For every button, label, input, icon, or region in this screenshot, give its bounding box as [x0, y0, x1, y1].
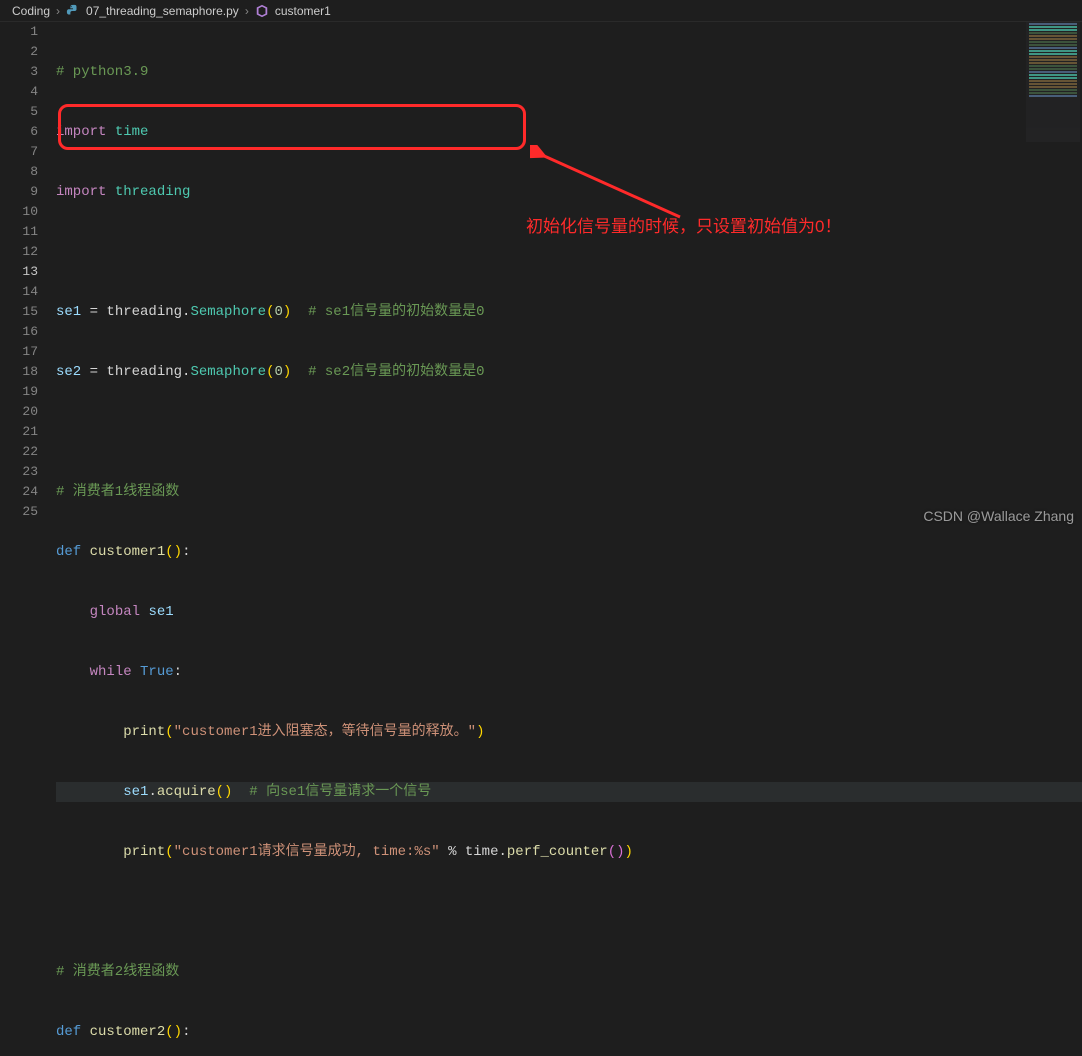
operator: % time. [440, 844, 507, 860]
string: "customer1进入阻塞态，等待信号量的释放。" [174, 724, 476, 740]
function-call: print [123, 724, 165, 740]
constant: True [140, 664, 174, 680]
variable: se2 [56, 364, 81, 380]
keyword: import [56, 184, 106, 200]
comment: # 向se1信号量请求一个信号 [249, 784, 431, 800]
module: threading [115, 184, 191, 200]
comment: # 消费者1线程函数 [56, 484, 179, 500]
breadcrumb: Coding › 07_threading_semaphore.py › cus… [0, 0, 1082, 22]
operator: = threading. [81, 364, 190, 380]
line-numbers: 1234567891011121314151617181920212223242… [0, 22, 56, 528]
keyword: global [90, 604, 140, 620]
method: acquire [157, 784, 216, 800]
python-file-icon [66, 4, 80, 18]
symbol-icon [255, 4, 269, 18]
watermark: CSDN @Wallace Zhang [923, 508, 1074, 524]
method: perf_counter [507, 844, 608, 860]
number: 0 [274, 304, 282, 320]
variable: se1 [123, 784, 148, 800]
keyword: def [56, 544, 81, 560]
keyword: import [56, 124, 106, 140]
code-area[interactable]: # python3.9 import time import threading… [56, 22, 1082, 528]
function-name: customer1 [90, 544, 166, 560]
keyword: def [56, 1024, 81, 1040]
class: Semaphore [190, 364, 266, 380]
minimap[interactable] [1026, 22, 1080, 142]
editor: 1234567891011121314151617181920212223242… [0, 22, 1082, 528]
chevron-right-icon: › [245, 4, 249, 18]
breadcrumb-file[interactable]: 07_threading_semaphore.py [86, 4, 239, 18]
operator: = threading. [81, 304, 190, 320]
variable: se1 [56, 304, 81, 320]
keyword: while [90, 664, 132, 680]
number: 0 [274, 364, 282, 380]
comment: # se2信号量的初始数量是0 [308, 364, 484, 380]
comment: # python3.9 [56, 64, 148, 80]
function-name: customer2 [90, 1024, 166, 1040]
comment: # se1信号量的初始数量是0 [308, 304, 484, 320]
function-call: print [123, 844, 165, 860]
annotation-text: 初始化信号量的时候，只设置初始值为0！ [526, 212, 841, 237]
class: Semaphore [190, 304, 266, 320]
chevron-right-icon: › [56, 4, 60, 18]
breadcrumb-root[interactable]: Coding [12, 4, 50, 18]
comment: # 消费者2线程函数 [56, 964, 179, 980]
module: time [115, 124, 149, 140]
string: "customer1请求信号量成功, time:%s" [174, 844, 440, 860]
breadcrumb-symbol[interactable]: customer1 [275, 4, 331, 18]
variable: se1 [148, 604, 173, 620]
